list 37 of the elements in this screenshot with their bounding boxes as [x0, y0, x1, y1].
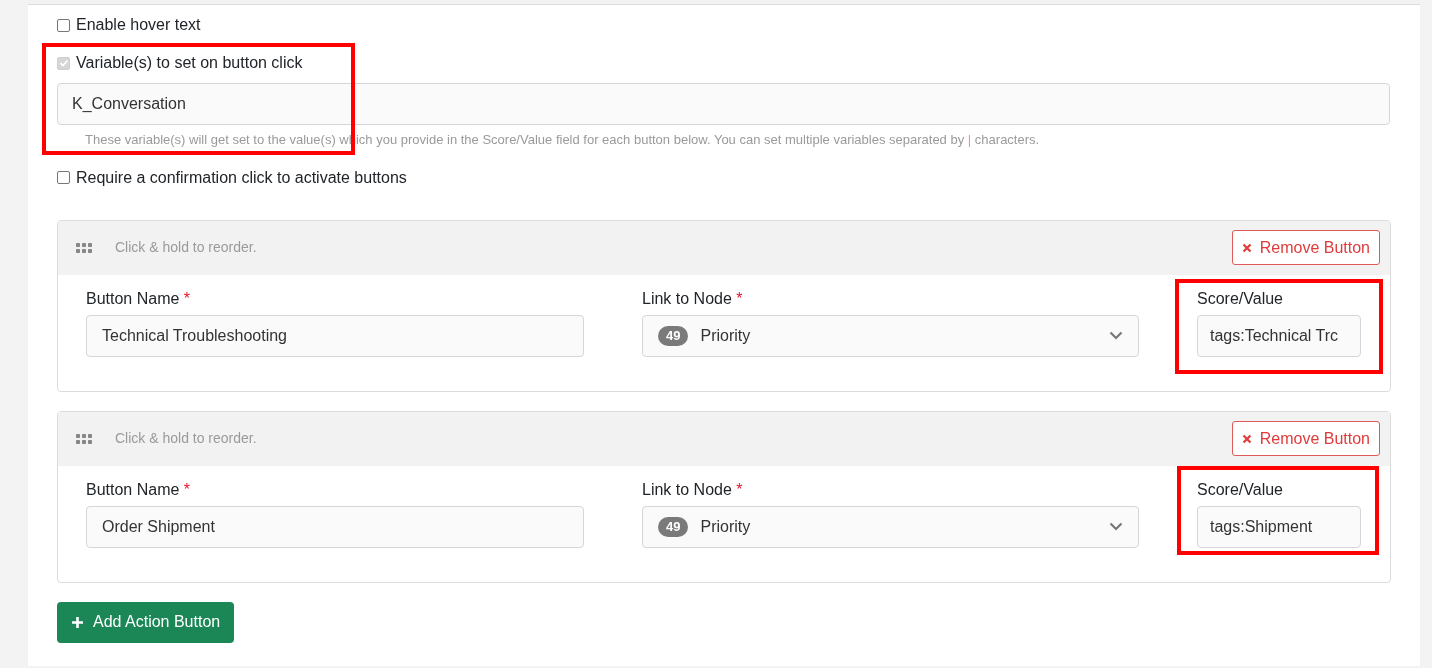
button-name-field[interactable]: Order Shipment [86, 505, 584, 548]
checkbox-label: Enable hover text [76, 15, 201, 35]
remove-button[interactable]: Remove Button [1231, 421, 1380, 456]
field-label: Score/Value [1197, 288, 1284, 307]
field-label: Button Name [86, 480, 180, 498]
reorder-hint: Click & hold to reorder. [115, 429, 257, 448]
score-field[interactable]: tags:Technical Trc [1197, 314, 1361, 357]
node-name: Priority [700, 325, 751, 346]
close-icon [1241, 242, 1252, 253]
checkbox[interactable] [57, 171, 70, 184]
node-select[interactable]: 49 Priority [642, 505, 1139, 548]
score-field[interactable]: tags:Shipment [1197, 505, 1361, 548]
checkbox[interactable] [57, 18, 70, 32]
node-number-badge: 49 [658, 325, 689, 346]
required-mark: * [183, 289, 191, 307]
chevron-down-icon [1109, 331, 1123, 340]
node-select[interactable]: 49 Priority [642, 314, 1139, 357]
drag-handle-icon[interactable] [76, 242, 92, 253]
field-label: Link to Node [642, 289, 732, 307]
close-icon [1241, 433, 1252, 444]
field-label: Score/Value [1197, 479, 1284, 498]
chevron-down-icon [1109, 522, 1123, 531]
drag-handle-icon[interactable] [76, 433, 92, 444]
field-label: Link to Node [642, 480, 732, 498]
required-mark: * [736, 289, 743, 307]
checkbox-label: Variable(s) to set on button click [76, 53, 303, 73]
reorder-hint: Click & hold to reorder. [115, 238, 257, 257]
required-mark: * [736, 480, 743, 498]
node-number-badge: 49 [658, 516, 689, 537]
remove-button[interactable]: Remove Button [1231, 230, 1380, 265]
plus-icon [71, 615, 84, 629]
button-name-field[interactable]: Technical Troubleshooting [86, 314, 584, 357]
add-action-button[interactable]: Add Action Button [57, 601, 235, 643]
node-name: Priority [700, 516, 751, 537]
required-mark: * [183, 480, 191, 498]
field-label: Button Name [86, 289, 180, 307]
checkbox-label: Require a confirmation click to activate buttons [76, 167, 407, 188]
